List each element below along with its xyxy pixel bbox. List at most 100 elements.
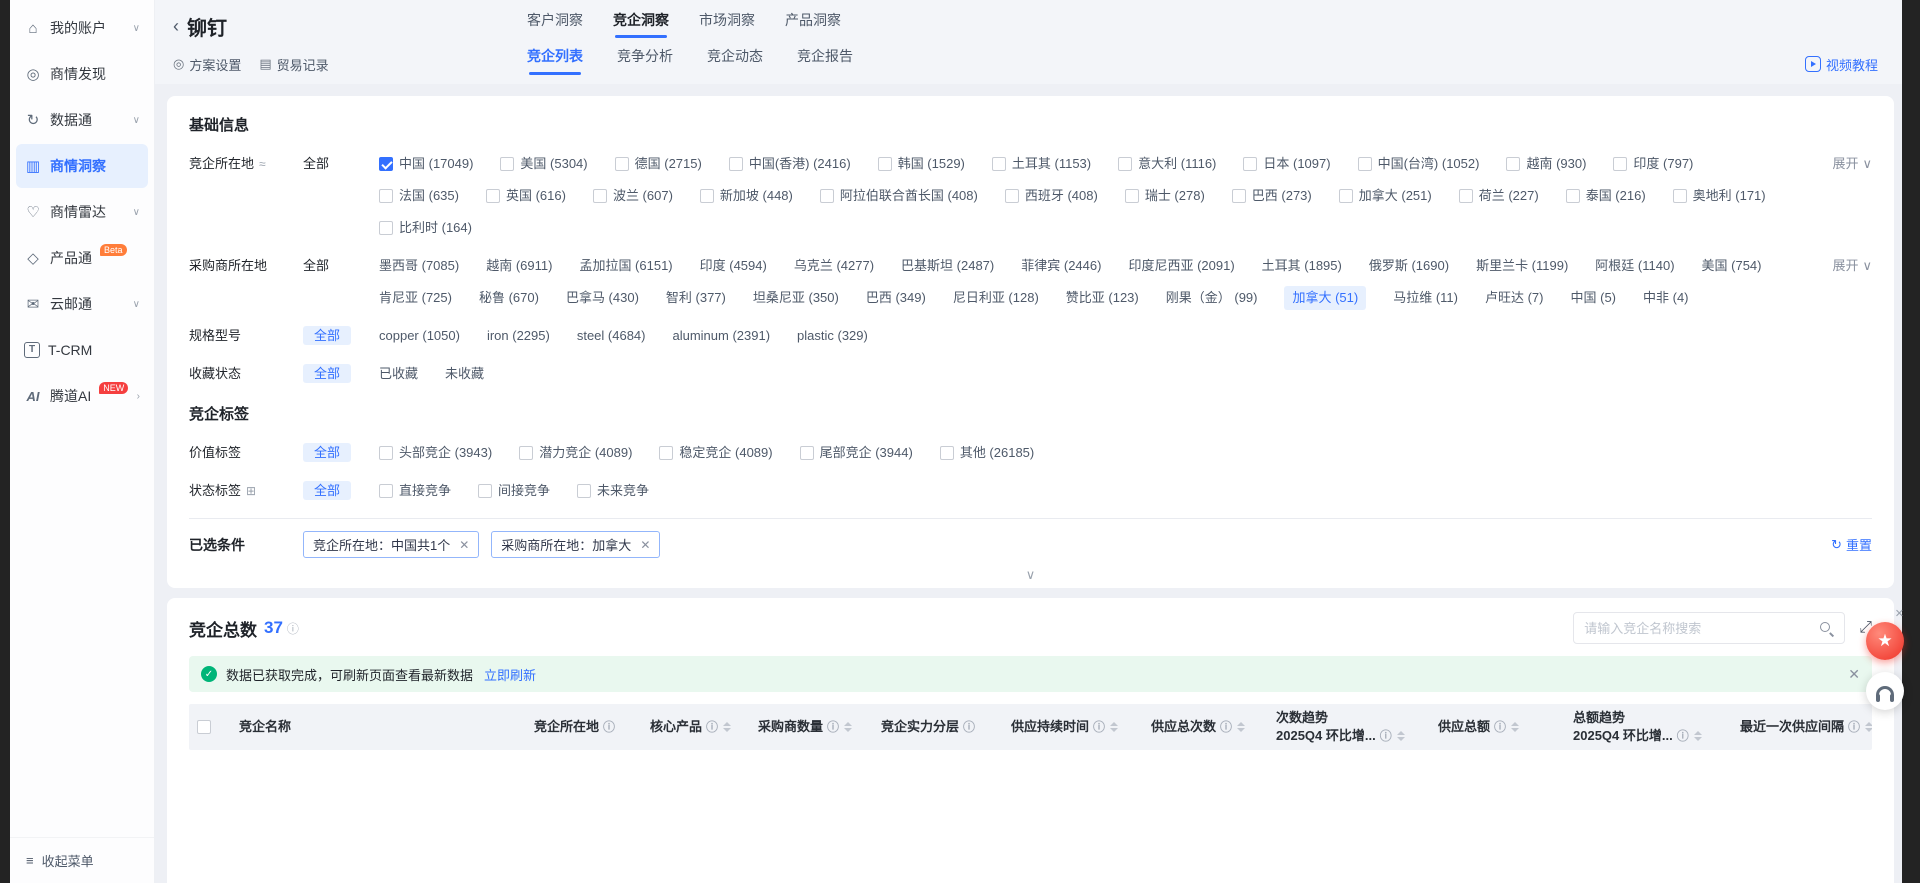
column-header-buyers[interactable]: 采购商数量ⓘ (750, 704, 873, 750)
sidebar-item-tcrm[interactable]: TT-CRM (16, 328, 148, 372)
sort-icon[interactable] (723, 722, 731, 732)
checkbox[interactable] (1005, 189, 1019, 203)
main-tab[interactable]: 客户洞察 (527, 10, 583, 38)
panel-collapse-button[interactable]: ∨ (189, 568, 1872, 586)
checkbox[interactable] (615, 157, 629, 171)
buyer-location-option[interactable]: 卢旺达 (7) (1485, 286, 1544, 310)
checkbox[interactable] (593, 189, 607, 203)
spec-option[interactable]: aluminum (2391) (672, 324, 770, 348)
buyer-location-option[interactable]: 斯里兰卡 (1199) (1476, 254, 1568, 278)
competitor-location-option[interactable]: 瑞士 (278) (1125, 184, 1205, 208)
checkbox[interactable] (800, 446, 814, 460)
favorite-option[interactable]: 已收藏 (379, 362, 418, 386)
competitor-location-option[interactable]: 波兰 (607) (593, 184, 673, 208)
search-icon[interactable] (1819, 621, 1834, 636)
collapse-menu-button[interactable]: ≡ 收起菜单 (10, 837, 154, 883)
sidebar-item-tengdao-ai[interactable]: AI腾道AINEW› (16, 374, 148, 418)
checkbox[interactable] (1125, 189, 1139, 203)
competitor-location-option[interactable]: 泰国 (216) (1566, 184, 1646, 208)
buyer-location-option[interactable]: 阿根廷 (1140) (1595, 254, 1674, 278)
checkbox[interactable] (478, 484, 492, 498)
competitor-location-option[interactable]: 美国 (5304) (500, 152, 587, 176)
spec-option[interactable]: steel (4684) (577, 324, 646, 348)
competitor-location-option[interactable]: 新加坡 (448) (700, 184, 793, 208)
checkbox[interactable] (1339, 189, 1353, 203)
checkbox[interactable] (820, 189, 834, 203)
checkbox[interactable] (379, 484, 393, 498)
competitor-location-option[interactable]: 德国 (2715) (615, 152, 702, 176)
sub-tab[interactable]: 竞企动态 (707, 46, 763, 75)
buyer-location-option[interactable]: 印度尼西亚 (2091) (1128, 254, 1234, 278)
main-tab[interactable]: 产品洞察 (785, 10, 841, 38)
checkbox[interactable] (486, 189, 500, 203)
competitor-location-option[interactable]: 中国(台湾) (1052) (1358, 152, 1480, 176)
checkbox[interactable] (1566, 189, 1580, 203)
promo-float-icon[interactable]: ★ (1866, 622, 1904, 660)
reset-button[interactable]: ↻重置 (1831, 535, 1872, 554)
buyer-location-option[interactable]: 刚果（金） (99) (1166, 286, 1258, 310)
sidebar-item-account[interactable]: ⌂我的账户∨ (16, 6, 148, 50)
column-header-tier[interactable]: 竞企实力分层ⓘ (873, 704, 1003, 750)
buyer-location-option[interactable]: 菲律宾 (2446) (1021, 254, 1101, 278)
buyer-location-option[interactable]: 中国 (5) (1571, 286, 1617, 310)
sub-tab[interactable]: 竞企报告 (797, 46, 853, 75)
sidebar-item-insight[interactable]: ▥商情洞察 (16, 144, 148, 188)
info-icon[interactable]: ⓘ (1380, 728, 1392, 744)
buyer-location-option[interactable]: 秘鲁 (670) (479, 286, 539, 310)
video-tutorial-link[interactable]: 视频教程 (1805, 55, 1878, 74)
checkbox[interactable] (700, 189, 714, 203)
checkbox[interactable] (940, 446, 954, 460)
filter-all-option[interactable]: 全部 (303, 441, 379, 465)
competitor-location-option[interactable]: 中国(香港) (2416) (729, 152, 851, 176)
buyer-location-option[interactable]: 巴西 (349) (866, 286, 926, 310)
buyer-location-option[interactable]: 中非 (4) (1643, 286, 1689, 310)
checkbox[interactable] (379, 221, 393, 235)
competitor-location-option[interactable]: 巴西 (273) (1232, 184, 1312, 208)
checkbox[interactable] (729, 157, 743, 171)
checkbox[interactable] (500, 157, 514, 171)
buyer-location-option[interactable]: 巴拿马 (430) (566, 286, 639, 310)
sidebar-item-datalink[interactable]: ↻数据通∨ (16, 98, 148, 142)
info-icon[interactable]: ⓘ (1848, 719, 1860, 735)
filter-all-option[interactable]: 全部 (303, 152, 379, 176)
sort-icon[interactable] (1110, 722, 1118, 732)
column-header-amount_trend[interactable]: 总额趋势2025Q4 环比增...ⓘ (1565, 704, 1732, 750)
info-icon[interactable]: ⓘ (287, 620, 299, 637)
buyer-location-option[interactable]: 墨西哥 (7085) (379, 254, 459, 278)
chip-close-icon[interactable]: ✕ (459, 538, 469, 552)
competitor-location-option[interactable]: 印度 (797) (1613, 152, 1693, 176)
column-header-name[interactable]: 竞企名称 (231, 704, 526, 750)
info-icon[interactable]: ⓘ (827, 719, 839, 735)
value-tag-option[interactable]: 头部竞企 (3943) (379, 441, 492, 465)
customer-service-icon[interactable] (1866, 672, 1904, 710)
checkbox[interactable] (1358, 157, 1372, 171)
value-tag-option[interactable]: 稳定竞企 (4089) (659, 441, 772, 465)
filter-all-option[interactable]: 全部 (303, 324, 379, 348)
spec-option[interactable]: iron (2295) (487, 324, 550, 348)
buyer-location-option[interactable]: 印度 (4594) (700, 254, 767, 278)
column-header-count_trend[interactable]: 次数趋势2025Q4 环比增...ⓘ (1268, 704, 1430, 750)
buyer-location-option[interactable]: 马拉维 (11) (1393, 286, 1458, 310)
chip-close-icon[interactable]: ✕ (640, 538, 650, 552)
column-header-core[interactable]: 核心产品ⓘ (642, 704, 750, 750)
competitor-location-option[interactable]: 加拿大 (251) (1339, 184, 1432, 208)
sort-icon[interactable] (844, 722, 852, 732)
buyer-location-option[interactable]: 尼日利亚 (128) (953, 286, 1039, 310)
buyer-location-option[interactable]: 赞比亚 (123) (1066, 286, 1139, 310)
sort-icon[interactable] (1865, 722, 1872, 732)
column-header-interval[interactable]: 最近一次供应间隔ⓘ (1732, 704, 1872, 750)
buyer-location-option[interactable]: 美国 (754) (1702, 254, 1762, 278)
competitor-location-option[interactable]: 土耳其 (1153) (992, 152, 1091, 176)
info-icon[interactable]: ⓘ (603, 719, 615, 735)
status-tag-option[interactable]: 间接竞争 (478, 479, 550, 503)
buyer-location-option[interactable]: 土耳其 (1895) (1262, 254, 1342, 278)
competitor-location-option[interactable]: 西班牙 (408) (1005, 184, 1098, 208)
filter-all-option[interactable]: 全部 (303, 254, 379, 278)
competitor-location-option[interactable]: 越南 (930) (1506, 152, 1586, 176)
status-tag-option[interactable]: 未来竞争 (577, 479, 649, 503)
competitor-location-option[interactable]: 阿拉伯联合酋长国 (408) (820, 184, 978, 208)
checkbox[interactable] (519, 446, 533, 460)
sort-icon[interactable] (1511, 722, 1519, 732)
checkbox[interactable] (1613, 157, 1627, 171)
buyer-location-option[interactable]: 肯尼亚 (725) (379, 286, 452, 310)
